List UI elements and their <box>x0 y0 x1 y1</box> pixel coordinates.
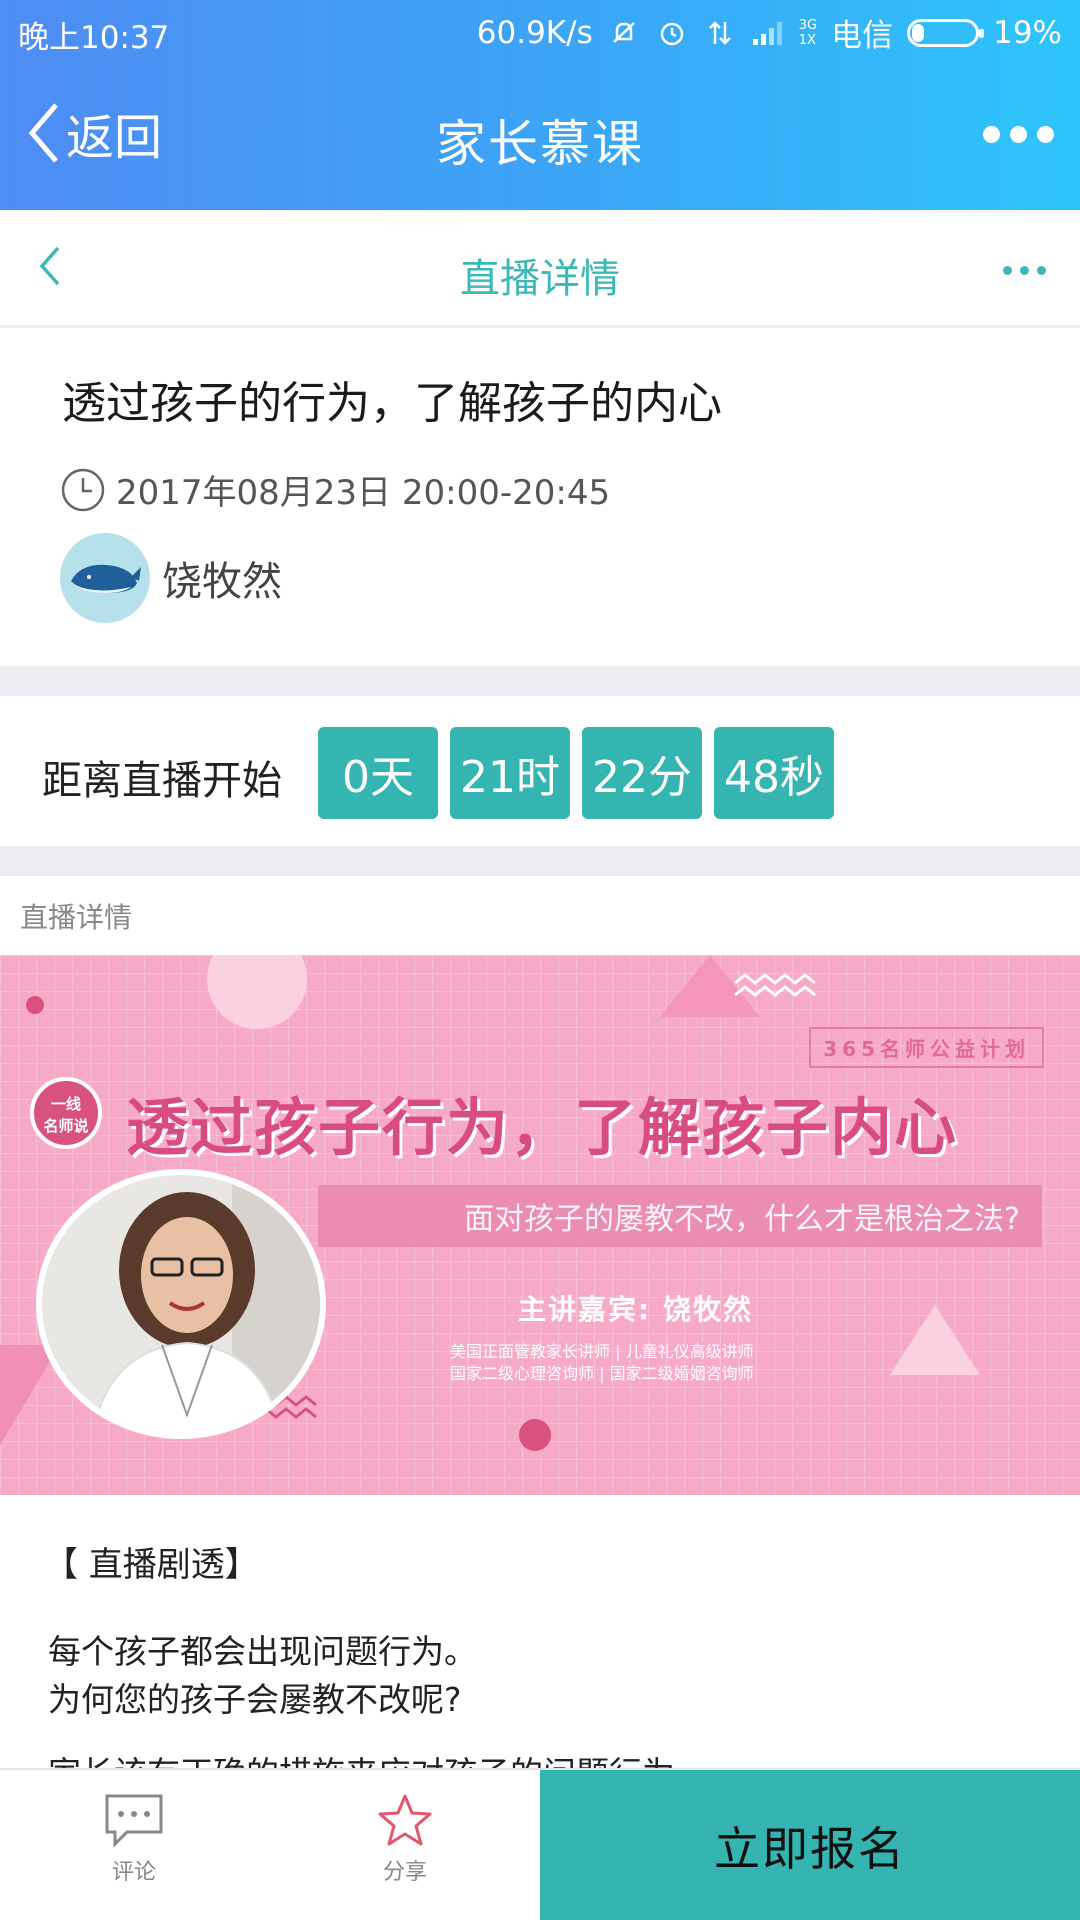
top-header: 晚上10:37 60.9K/s 3G 1X 电信 19% 返回 家长慕课 <box>0 0 1080 210</box>
countdown: 距离直播开始 0天 21时 22分 48秒 <box>0 696 1080 846</box>
comment-label: 评论 <box>111 1860 156 1885</box>
whale-icon <box>71 564 141 593</box>
network-speed: 60.9K/s <box>476 14 593 51</box>
description-heading: 【 直播剧透】 <box>44 1545 259 1585</box>
battery-percent: 19% <box>993 14 1062 51</box>
signup-button[interactable]: 立即报名 <box>540 1770 1080 1920</box>
countdown-minutes: 22分 <box>582 727 702 819</box>
signal-icon <box>751 16 785 50</box>
teacher-info[interactable]: 饶牧然 <box>60 533 282 623</box>
network-type: 3G 1X <box>798 17 818 48</box>
app-bar: 返回 家长慕课 <box>0 90 1080 190</box>
clock-icon <box>61 468 105 511</box>
description-line: 为何您的孩子会屡教不改呢? <box>48 1680 462 1719</box>
course-info: 透过孩子的行为，了解孩子的内心 2017年08月23日 20:00-20:45 … <box>0 331 1080 666</box>
course-banner: 365名师公益计划 一线 名师说 透过孩子行为，了解孩子内心 面对孩子的屡教不改… <box>0 955 1080 1495</box>
countdown-label: 距离直播开始 <box>42 758 282 804</box>
countdown-seconds: 48秒 <box>714 727 834 819</box>
carrier-name: 电信 <box>831 18 894 54</box>
speaker-portrait <box>36 1169 326 1439</box>
description: 【 直播剧透】 每个孩子都会出现问题行为。 为何您的孩子会屡教不改呢? 家长该有… <box>0 1495 1080 1770</box>
battery-icon <box>907 18 985 47</box>
course-time: 2017年08月23日 20:00-20:45 <box>60 465 610 514</box>
countdown-hours: 21时 <box>450 727 570 819</box>
sub-nav-title: 直播详情 <box>460 256 620 302</box>
description-line: 每个孩子都会出现问题行为。 <box>48 1632 477 1671</box>
battery-fill <box>912 23 925 42</box>
banner-plan-tag: 365名师公益计划 <box>809 1027 1044 1068</box>
comment-icon <box>105 1794 163 1848</box>
banner-guest: 主讲嘉宾: 饶牧然 <box>518 1293 753 1326</box>
sub-more-button[interactable] <box>1003 266 1046 275</box>
comment-button[interactable]: 评论 <box>64 1792 204 1886</box>
countdown-boxes: 0天 21时 22分 48秒 <box>318 727 834 819</box>
teacher-avatar[interactable] <box>60 533 150 623</box>
more-dot-icon <box>983 126 1000 143</box>
sub-nav: 直播详情 <box>0 210 1080 328</box>
course-title: 透过孩子的行为，了解孩子的内心 <box>62 378 722 429</box>
banner-subtitle: 面对孩子的屡教不改，什么才是根治之法? <box>318 1185 1042 1247</box>
mute-bell-icon <box>607 16 641 50</box>
countdown-days: 0天 <box>318 727 438 819</box>
app-title: 家长慕课 <box>436 115 644 173</box>
divider <box>0 666 1080 696</box>
description-line: 家长该有正确的措施来应对孩子的问题行为 <box>48 1747 675 1770</box>
star-icon <box>378 1794 432 1846</box>
banner-headline: 透过孩子行为，了解孩子内心 <box>126 1091 959 1164</box>
course-datetime: 2017年08月23日 20:00-20:45 <box>116 473 611 513</box>
bottom-bar: 评论 分享 立即报名 <box>0 1768 1080 1920</box>
divider <box>0 846 1080 876</box>
speaker-photo <box>42 1175 320 1433</box>
banner-credentials: 美国正面管教家长讲师 | 儿童礼仪高级讲师 国家二级心理咨询师 | 国家二级婚姻… <box>450 1342 754 1383</box>
share-label: 分享 <box>382 1860 427 1885</box>
status-bar: 晚上10:37 60.9K/s 3G 1X 电信 19% <box>0 0 1080 62</box>
more-options-button[interactable] <box>983 126 1054 143</box>
more-dot-icon <box>1003 266 1012 275</box>
alarm-icon <box>655 16 689 50</box>
share-button[interactable]: 分享 <box>335 1792 475 1886</box>
teacher-name: 饶牧然 <box>162 559 282 605</box>
data-transfer-icon <box>703 16 737 50</box>
banner-badge: 一线 名师说 <box>30 1077 102 1149</box>
detail-section-label: 直播详情 <box>20 901 133 934</box>
status-right: 60.9K/s 3G 1X 电信 19% <box>477 10 1062 55</box>
status-time: 晚上10:37 <box>18 20 170 56</box>
